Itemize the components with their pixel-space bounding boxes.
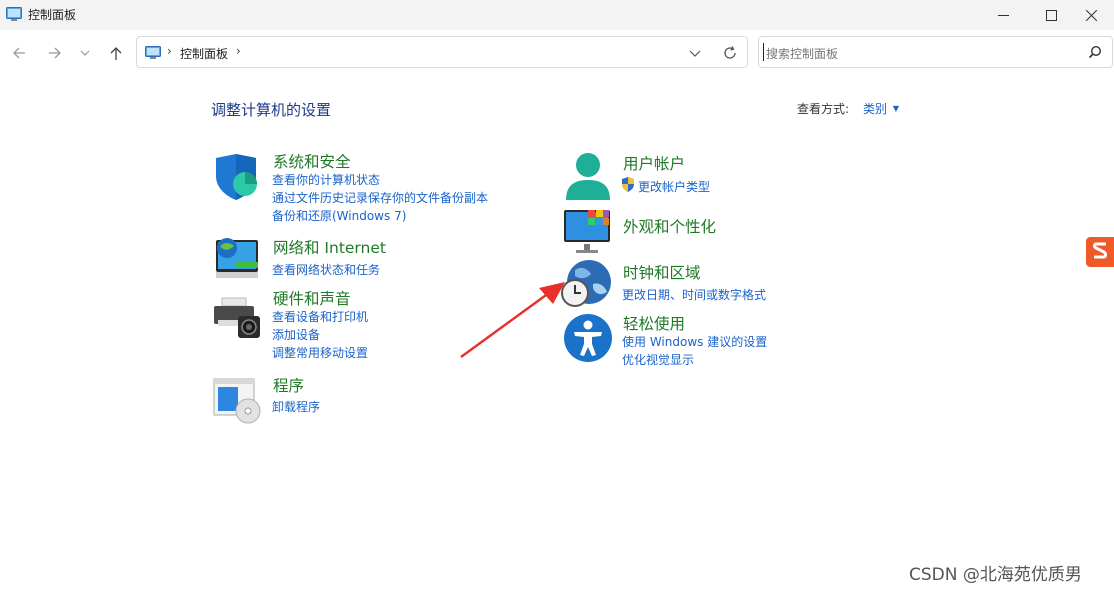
- title-bar: 控制面板: [0, 0, 1114, 30]
- network-icon[interactable]: [212, 234, 264, 286]
- ime-sogou-icon[interactable]: [1086, 235, 1114, 269]
- maximize-icon: [1045, 9, 1057, 21]
- view-by-dropdown[interactable]: 类别 ▼: [863, 100, 899, 117]
- address-bar[interactable]: › 控制面板 ›: [136, 36, 748, 68]
- search-box[interactable]: 搜索控制面板: [758, 36, 1113, 68]
- shield-icon[interactable]: [212, 152, 264, 204]
- link-recommended-settings[interactable]: 使用 Windows 建议的设置: [622, 333, 767, 350]
- appearance-icon[interactable]: [562, 206, 614, 258]
- category-ease-of-access[interactable]: 轻松使用: [623, 312, 685, 334]
- minimize-icon: [997, 14, 1009, 16]
- search-icon[interactable]: [1088, 45, 1102, 59]
- text-caret: [763, 43, 764, 61]
- page-title: 调整计算机的设置: [211, 101, 332, 119]
- link-devices-printers[interactable]: 查看设备和打印机: [272, 308, 368, 325]
- chevron-down-icon: [80, 50, 90, 56]
- category-programs[interactable]: 程序: [273, 374, 304, 396]
- user-icon[interactable]: [562, 150, 614, 202]
- chevron-down-icon[interactable]: [688, 46, 702, 60]
- link-change-account-type[interactable]: 更改帐户类型: [638, 178, 710, 195]
- category-appearance[interactable]: 外观和个性化: [623, 215, 716, 237]
- category-user-accounts[interactable]: 用户帐户: [623, 152, 685, 174]
- forward-button[interactable]: [42, 40, 68, 66]
- programs-icon[interactable]: [212, 375, 264, 427]
- category-network-internet[interactable]: 网络和 Internet: [273, 236, 386, 258]
- watermark: CSDN @北海苑优质男: [909, 565, 1082, 585]
- category-hardware-sound[interactable]: 硬件和声音: [273, 287, 351, 309]
- link-optimize-visual-display[interactable]: 优化视觉显示: [622, 351, 694, 368]
- up-button[interactable]: [103, 40, 129, 66]
- breadcrumb-separator[interactable]: ›: [167, 44, 172, 58]
- link-view-computer-status[interactable]: 查看你的计算机状态: [272, 171, 380, 188]
- view-by-value[interactable]: 类别: [863, 102, 887, 116]
- link-file-history[interactable]: 通过文件历史记录保存你的文件备份副本: [272, 189, 488, 206]
- breadcrumb-separator[interactable]: ›: [236, 44, 241, 58]
- forward-arrow-icon: [49, 47, 61, 59]
- link-network-status[interactable]: 查看网络状态和任务: [272, 261, 380, 278]
- recent-locations-button[interactable]: [72, 40, 98, 66]
- category-clock-region[interactable]: 时钟和区域: [623, 261, 701, 283]
- close-button[interactable]: [1068, 0, 1114, 30]
- dropdown-arrow-icon: ▼: [892, 104, 899, 113]
- link-uninstall-program[interactable]: 卸载程序: [272, 398, 320, 415]
- category-system-security[interactable]: 系统和安全: [273, 150, 351, 172]
- uac-shield-icon: [622, 177, 634, 192]
- link-add-device[interactable]: 添加设备: [272, 326, 320, 343]
- back-button[interactable]: [6, 40, 32, 66]
- link-backup-restore[interactable]: 备份和还原(Windows 7): [272, 207, 406, 224]
- back-arrow-icon: [13, 47, 25, 59]
- breadcrumb-control-panel[interactable]: 控制面板: [180, 45, 228, 62]
- minimize-button[interactable]: [980, 0, 1026, 30]
- link-change-date-time-format[interactable]: 更改日期、时间或数字格式: [622, 286, 766, 303]
- control-panel-icon: [145, 46, 161, 59]
- search-input[interactable]: 搜索控制面板: [766, 45, 838, 62]
- printer-icon[interactable]: [212, 294, 264, 346]
- up-arrow-icon: [110, 46, 122, 60]
- view-by-label: 查看方式:: [797, 102, 850, 116]
- annotation-arrow: [460, 282, 565, 358]
- control-panel-icon: [6, 7, 22, 21]
- link-mobility-settings[interactable]: 调整常用移动设置: [272, 344, 368, 361]
- refresh-icon[interactable]: [722, 45, 738, 61]
- close-icon: [1085, 9, 1097, 21]
- window-title: 控制面板: [28, 8, 77, 22]
